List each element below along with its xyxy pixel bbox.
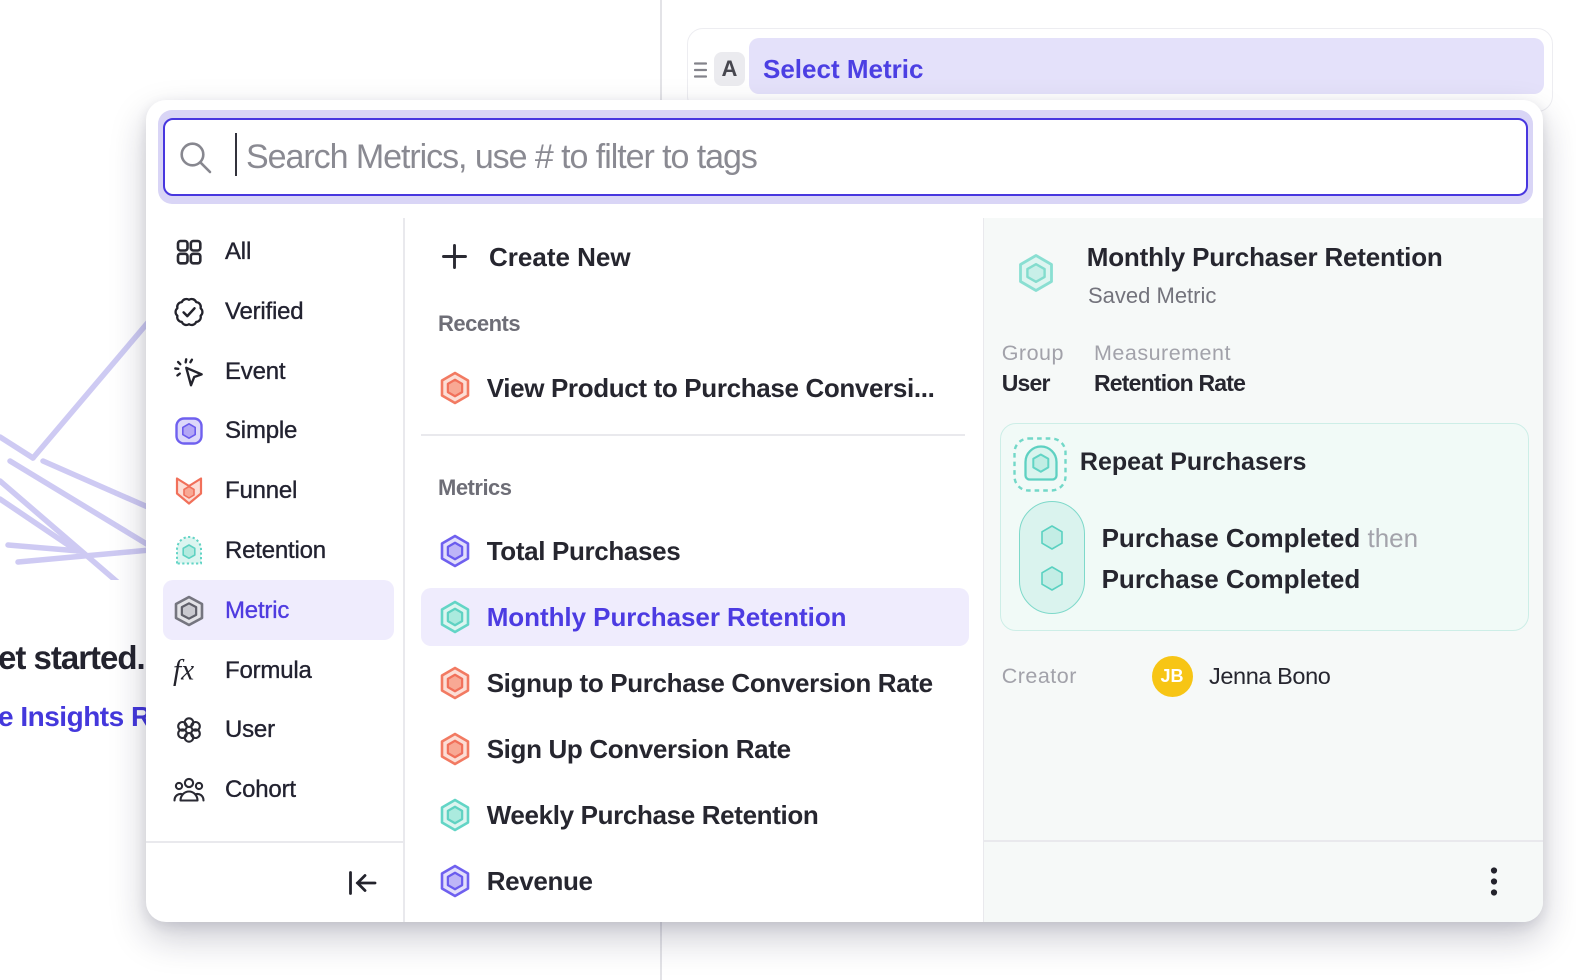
svg-text:fx: fx: [173, 654, 194, 686]
